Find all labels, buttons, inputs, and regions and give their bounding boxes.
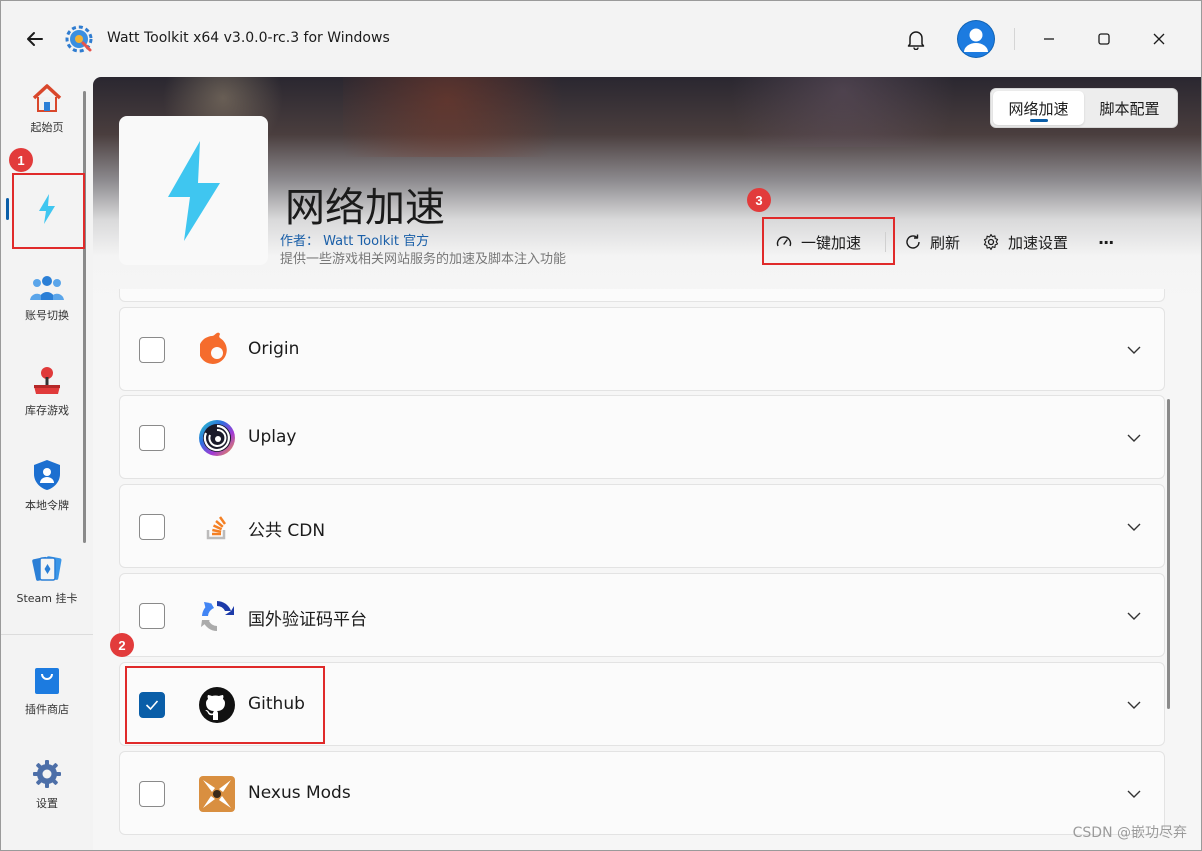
sidebar-item-plugin-store[interactable]: 插件商店 bbox=[1, 651, 93, 731]
plugin-title: 网络加速 bbox=[285, 185, 445, 231]
maximize-button[interactable] bbox=[1090, 25, 1118, 53]
plugin-description: 提供一些游戏相关网站服务的加速及脚本注入功能 bbox=[280, 252, 567, 267]
active-indicator bbox=[6, 198, 9, 220]
tab-network-acceleration[interactable]: 网络加速 bbox=[993, 91, 1084, 125]
nexusmods-icon bbox=[197, 774, 237, 814]
checkbox[interactable] bbox=[139, 425, 165, 451]
chevron-down-icon[interactable] bbox=[1124, 517, 1144, 537]
stackoverflow-icon bbox=[197, 507, 237, 547]
checkbox[interactable] bbox=[139, 514, 165, 540]
gear-icon bbox=[33, 760, 61, 788]
sidebar-item-settings[interactable]: 设置 bbox=[1, 745, 93, 825]
app-logo-icon bbox=[65, 25, 93, 53]
checkbox[interactable] bbox=[139, 337, 165, 363]
close-button[interactable] bbox=[1145, 25, 1173, 53]
acceleration-settings-button[interactable]: 加速设置 bbox=[982, 222, 1068, 262]
item-label: Origin bbox=[248, 339, 300, 359]
list-item-captcha-platforms[interactable]: 国外验证码平台 bbox=[119, 573, 1165, 657]
sidebar-item-label: 起始页 bbox=[30, 121, 64, 134]
annotation-box-2 bbox=[125, 666, 325, 744]
annotation-box-1 bbox=[12, 173, 85, 249]
sidebar-item-steam-idle[interactable]: Steam 挂卡 bbox=[1, 540, 93, 620]
shopping-bag-icon bbox=[35, 668, 59, 694]
sidebar-item-account-switch[interactable]: 账号切换 bbox=[1, 258, 93, 338]
chevron-down-icon[interactable] bbox=[1124, 695, 1144, 715]
item-label: Uplay bbox=[248, 427, 297, 447]
more-options-button[interactable]: ··· bbox=[1098, 222, 1114, 262]
arrow-left-icon bbox=[27, 32, 43, 46]
back-button[interactable] bbox=[23, 27, 47, 51]
annotation-box-3 bbox=[762, 217, 895, 265]
list-item-uplay[interactable]: Uplay bbox=[119, 395, 1165, 479]
settings-label: 加速设置 bbox=[1008, 233, 1069, 252]
window-title: Watt Toolkit x64 v3.0.0-rc.3 for Windows bbox=[107, 30, 390, 46]
lightning-icon bbox=[167, 140, 220, 241]
checkbox[interactable] bbox=[139, 603, 165, 629]
uplay-icon bbox=[197, 418, 237, 458]
chevron-down-icon[interactable] bbox=[1124, 428, 1144, 448]
cards-icon bbox=[32, 556, 62, 581]
sidebar-item-label: 库存游戏 bbox=[25, 404, 69, 417]
sidebar-scrollbar[interactable] bbox=[83, 91, 86, 543]
chevron-down-icon[interactable] bbox=[1124, 340, 1144, 360]
tab-script-config[interactable]: 脚本配置 bbox=[1084, 91, 1175, 125]
minimize-icon bbox=[1044, 38, 1054, 40]
chevron-down-icon[interactable] bbox=[1124, 784, 1144, 804]
refresh-label: 刷新 bbox=[930, 233, 961, 252]
joystick-icon bbox=[34, 367, 60, 394]
item-label: 国外验证码平台 bbox=[248, 610, 367, 630]
shield-user-icon bbox=[34, 460, 60, 490]
list-item-nexus-mods[interactable]: Nexus Mods bbox=[119, 751, 1165, 835]
title-divider bbox=[1014, 28, 1015, 50]
chevron-down-icon[interactable] bbox=[1124, 606, 1144, 626]
home-icon bbox=[32, 84, 62, 112]
item-label: 公共 CDN bbox=[248, 521, 326, 541]
watermark: CSDN @嵌功尽弃 bbox=[1072, 825, 1187, 841]
app-window: Watt Toolkit x64 v3.0.0-rc.3 for Windows… bbox=[0, 0, 1202, 851]
sidebar-divider bbox=[1, 634, 93, 635]
list-item-origin[interactable]: Origin bbox=[119, 307, 1165, 391]
checkbox[interactable] bbox=[139, 781, 165, 807]
content-scrollbar[interactable] bbox=[1167, 399, 1170, 709]
item-label: Nexus Mods bbox=[248, 783, 351, 803]
sidebar-item-game-library[interactable]: 库存游戏 bbox=[1, 352, 93, 432]
sidebar-item-home[interactable]: 起始页 bbox=[1, 69, 93, 149]
users-icon bbox=[30, 276, 64, 300]
user-avatar[interactable] bbox=[957, 20, 995, 58]
more-icon: ··· bbox=[1098, 232, 1114, 252]
list-item-public-cdn[interactable]: 公共 CDN bbox=[119, 484, 1165, 568]
origin-icon bbox=[197, 330, 237, 370]
notification-button[interactable] bbox=[903, 26, 929, 52]
sidebar-item-label: 本地令牌 bbox=[25, 499, 69, 512]
header-tabs: 网络加速 脚本配置 bbox=[990, 88, 1178, 128]
annotation-badge-1: 1 bbox=[9, 148, 33, 172]
recaptcha-icon bbox=[197, 596, 237, 636]
list-item-partial bbox=[119, 289, 1165, 302]
refresh-icon bbox=[906, 234, 920, 249]
sidebar-item-label: Steam 挂卡 bbox=[16, 592, 78, 605]
minimize-button[interactable] bbox=[1035, 25, 1063, 53]
sidebar-item-label: 插件商店 bbox=[25, 703, 69, 716]
title-bar: Watt Toolkit x64 v3.0.0-rc.3 for Windows bbox=[1, 1, 1201, 77]
sidebar-item-label: 账号切换 bbox=[25, 309, 69, 322]
plugin-icon bbox=[119, 116, 268, 265]
sidebar-item-local-token[interactable]: 本地令牌 bbox=[1, 446, 93, 526]
bell-icon bbox=[907, 31, 925, 50]
annotation-badge-2: 2 bbox=[110, 633, 134, 657]
refresh-button[interactable]: 刷新 bbox=[904, 222, 960, 262]
close-icon bbox=[1153, 33, 1165, 45]
user-avatar-icon bbox=[958, 21, 994, 57]
plugin-author[interactable]: 作者： Watt Toolkit 官方 bbox=[280, 230, 429, 249]
maximize-icon bbox=[1098, 33, 1110, 45]
annotation-badge-3: 3 bbox=[747, 188, 771, 212]
sidebar-item-label: 设置 bbox=[36, 797, 58, 810]
gear-icon bbox=[983, 233, 999, 251]
